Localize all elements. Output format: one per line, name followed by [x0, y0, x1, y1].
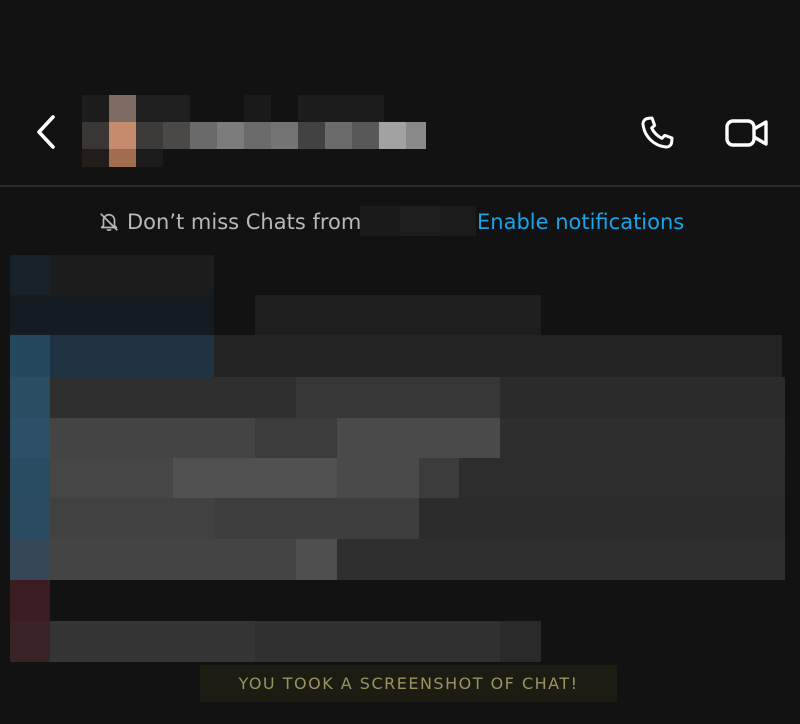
- contact-name-pixelated[interactable]: [82, 95, 426, 167]
- screenshot-toast-text: YOU TOOK A SCREENSHOT OF CHAT!: [238, 674, 579, 693]
- notice-text: Don’t miss Chats from: [127, 210, 362, 234]
- phone-icon: [641, 116, 674, 149]
- voice-call-button[interactable]: [632, 108, 682, 158]
- chat-header: [0, 0, 800, 186]
- video-camera-icon: [725, 119, 768, 147]
- chat-screen: Don’t miss Chats from Enable notificatio…: [0, 0, 800, 724]
- message-list: [0, 250, 800, 670]
- back-button[interactable]: [26, 110, 66, 154]
- video-call-button[interactable]: [720, 108, 774, 158]
- bell-slash-icon: [100, 213, 118, 231]
- screenshot-toast: YOU TOOK A SCREENSHOT OF CHAT!: [200, 665, 617, 702]
- contact-name-redacted: [360, 206, 476, 236]
- header-divider: [0, 185, 800, 187]
- notification-banner: Don’t miss Chats from Enable notificatio…: [0, 200, 800, 244]
- chevron-left-icon: [37, 115, 55, 149]
- enable-notifications-link[interactable]: Enable notifications: [477, 209, 684, 235]
